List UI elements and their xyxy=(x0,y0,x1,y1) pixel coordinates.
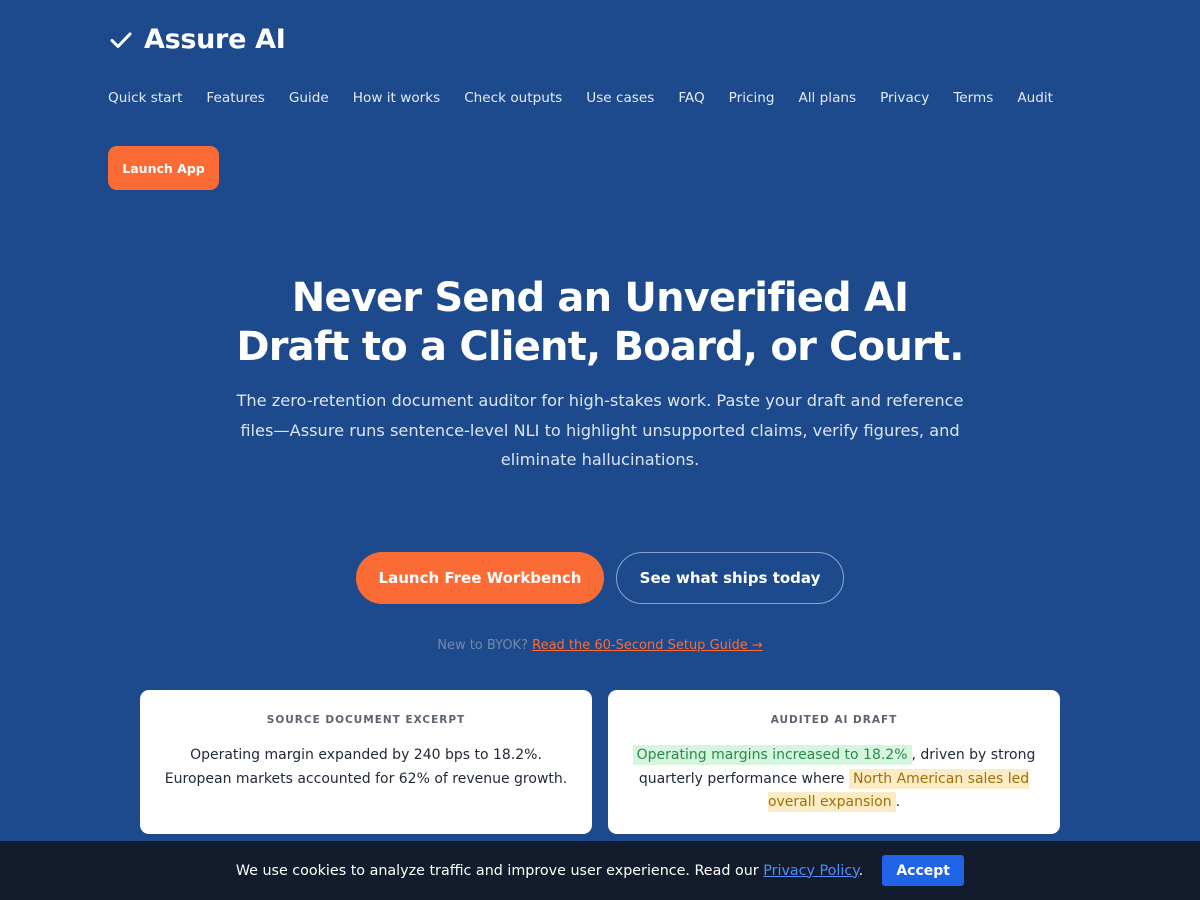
accept-cookies-button[interactable]: Accept xyxy=(882,855,965,886)
nav-item-audit[interactable]: Audit xyxy=(1017,90,1053,106)
source-document-card: SOURCE DOCUMENT EXCERPT Operating margin… xyxy=(140,690,592,834)
source-card-label: SOURCE DOCUMENT EXCERPT xyxy=(266,714,466,726)
cookie-text: We use cookies to analyze traffic and im… xyxy=(236,863,863,879)
cookie-suffix: . xyxy=(858,862,864,879)
audited-card-label: AUDITED AI DRAFT xyxy=(770,714,898,726)
hero-title-line-2: Draft to a Client, Board, or Court. xyxy=(236,324,964,370)
source-line-1: Operating margin expanded by 240 bps to … xyxy=(190,747,542,763)
see-what-ships-button[interactable]: See what ships today xyxy=(616,552,844,604)
check-icon xyxy=(110,32,132,48)
audited-text-2: . xyxy=(895,794,901,810)
cookie-banner: We use cookies to analyze traffic and im… xyxy=(0,841,1200,900)
nav-item-check-outputs[interactable]: Check outputs xyxy=(464,90,562,106)
nav-item-use-cases[interactable]: Use cases xyxy=(586,90,654,106)
main-nav: Quick start Features Guide How it works … xyxy=(108,90,1053,106)
hero-subtitle: The zero-retention document auditor for … xyxy=(236,391,964,469)
nav-item-features[interactable]: Features xyxy=(206,90,264,106)
nav-item-quick-start[interactable]: Quick start xyxy=(108,90,182,106)
byok-prefix: New to BYOK? xyxy=(437,638,528,653)
setup-guide-link[interactable]: Read the 60-Second Setup Guide → xyxy=(532,638,763,653)
source-line-2: European markets accounted for 62% of re… xyxy=(164,770,568,787)
supported-claim-highlight: Operating margins increased to 18.2% xyxy=(632,745,912,765)
hero-title-line-1: Never Send an Unverified AI xyxy=(291,275,909,321)
audited-draft-card: AUDITED AI DRAFT Operating margins incre… xyxy=(608,690,1060,834)
privacy-policy-link[interactable]: Privacy Policy xyxy=(763,863,858,879)
source-card-text: Operating margin expanded by 240 bps to … xyxy=(162,744,570,791)
cookie-message: We use cookies to analyze traffic and im… xyxy=(235,862,764,879)
nav-item-terms[interactable]: Terms xyxy=(953,90,993,106)
byok-note: New to BYOK? Read the 60-Second Setup Gu… xyxy=(0,638,1200,653)
audited-card-text: Operating margins increased to 18.2%, dr… xyxy=(630,744,1038,815)
nav-item-guide[interactable]: Guide xyxy=(289,90,329,106)
brand-logo[interactable]: Assure AI xyxy=(108,24,286,55)
nav-item-all-plans[interactable]: All plans xyxy=(798,90,856,106)
nav-item-faq[interactable]: FAQ xyxy=(678,90,704,106)
launch-free-workbench-button[interactable]: Launch Free Workbench xyxy=(356,552,604,604)
hero-title: Never Send an Unverified AI Draft to a C… xyxy=(150,274,1050,372)
nav-item-pricing[interactable]: Pricing xyxy=(729,90,775,106)
launch-app-button[interactable]: Launch App xyxy=(108,146,219,190)
brand-name: Assure AI xyxy=(144,24,286,55)
nav-item-privacy[interactable]: Privacy xyxy=(880,90,929,106)
nav-item-how-it-works[interactable]: How it works xyxy=(353,90,440,106)
